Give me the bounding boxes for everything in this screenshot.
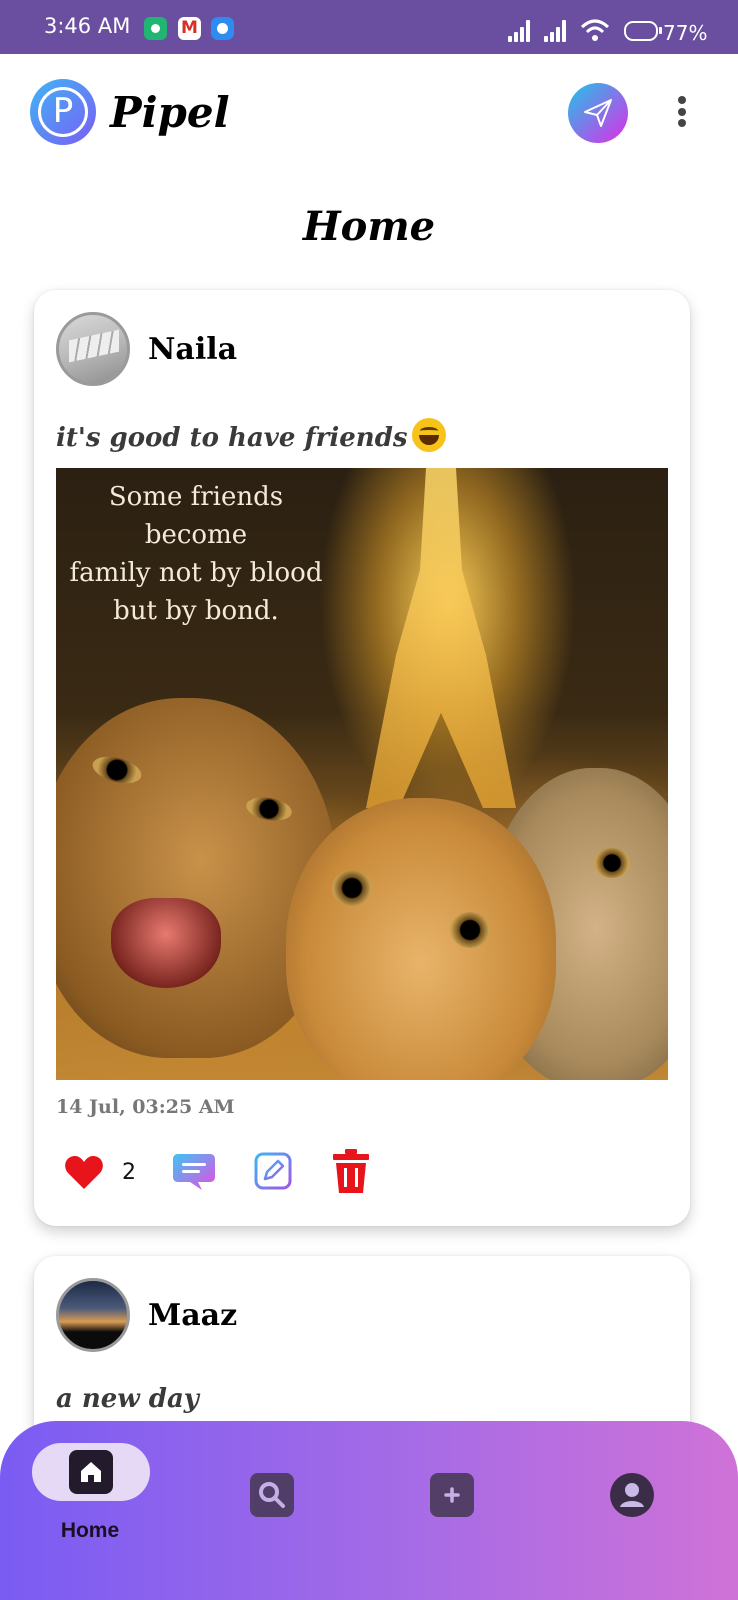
post-timestamp: 14 Jul, 03:25 AM [56,1096,235,1118]
shield-app-icon [144,17,167,40]
app-logo-letter: P [52,91,74,131]
cat-mouth [111,898,221,988]
image-quote: Some friends become family not by blood … [69,482,323,626]
wifi-icon [580,19,610,41]
cat-middle [286,798,556,1080]
author-avatar[interactable] [56,312,130,386]
post-image[interactable]: Some friends become family not by blood … [56,468,668,1080]
edit-icon[interactable] [254,1152,292,1190]
more-options-button[interactable] [672,96,692,130]
gmail-icon [178,17,201,40]
signal-icon [508,20,536,42]
cat-eye [594,848,630,878]
post-card: Naila it's good to have friends Some fri… [34,290,690,1226]
messages-button[interactable] [568,83,628,143]
battery-percentage: 77% [663,21,708,45]
profile-icon[interactable] [610,1473,654,1517]
eiffel-tower [366,468,516,808]
nav-home-label[interactable]: Home [30,1519,150,1543]
app-logo: P [30,79,96,145]
cat-eye [332,870,372,906]
author-avatar[interactable] [56,1278,130,1352]
trash-icon[interactable] [332,1148,370,1194]
post-caption: it's good to have friends [56,418,446,453]
signal-icon-2 [544,20,572,42]
app-title: Pipel [110,88,230,137]
add-post-icon[interactable] [430,1473,474,1517]
cat-eye [450,912,490,948]
author-name[interactable]: Maaz [148,1298,237,1333]
bottom-navigation: Home [0,1421,738,1600]
search-icon[interactable] [250,1473,294,1517]
like-count: 2 [122,1160,136,1185]
status-bar: 3:46 AM 77% [0,0,738,54]
paper-plane-icon [584,99,612,127]
home-icon[interactable] [69,1450,113,1494]
status-time: 3:46 AM [44,14,131,38]
heart-icon[interactable] [64,1154,104,1190]
post-caption: a new day [56,1384,199,1414]
page-title: Home [302,203,436,250]
messenger-icon [211,17,234,40]
grinning-emoji-icon [411,418,446,452]
battery-icon [624,21,662,41]
author-name[interactable]: Naila [148,332,237,367]
comment-icon[interactable] [172,1152,216,1192]
